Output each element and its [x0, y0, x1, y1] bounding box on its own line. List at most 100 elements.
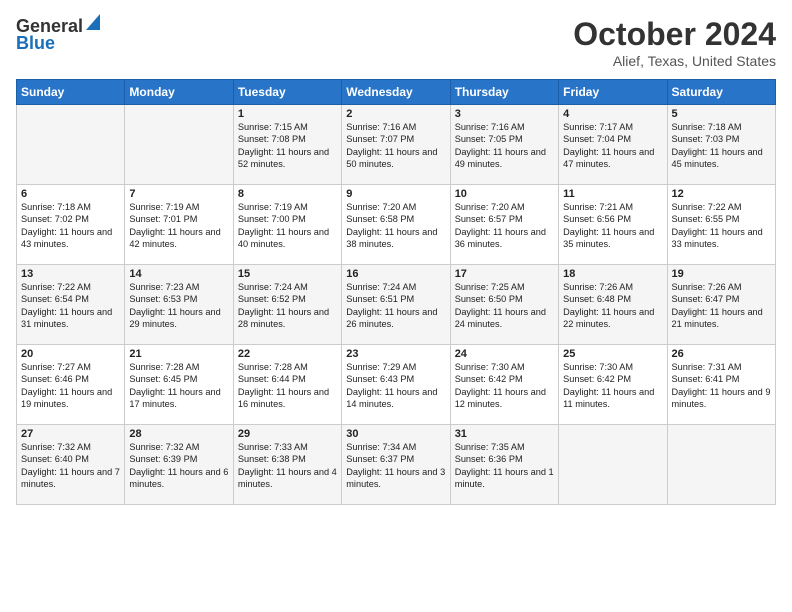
- day-number: 10: [455, 188, 554, 200]
- cell-content: Sunrise: 7:27 AMSunset: 6:46 PMDaylight:…: [21, 361, 120, 411]
- cell-content: Sunrise: 7:26 AMSunset: 6:48 PMDaylight:…: [563, 281, 662, 331]
- cell-content: Sunrise: 7:16 AMSunset: 7:07 PMDaylight:…: [346, 121, 445, 171]
- title-area: October 2024 Alief, Texas, United States: [573, 16, 776, 69]
- day-number: 22: [238, 348, 337, 360]
- cell-content: Sunrise: 7:30 AMSunset: 6:42 PMDaylight:…: [563, 361, 662, 411]
- logo: General Blue: [16, 16, 100, 54]
- header-friday: Friday: [559, 80, 667, 105]
- day-number: 31: [455, 428, 554, 440]
- header-sunday: Sunday: [17, 80, 125, 105]
- header-tuesday: Tuesday: [233, 80, 341, 105]
- cell-content: Sunrise: 7:24 AMSunset: 6:51 PMDaylight:…: [346, 281, 445, 331]
- day-number: 26: [672, 348, 771, 360]
- day-number: 15: [238, 268, 337, 280]
- day-number: 29: [238, 428, 337, 440]
- cell-content: Sunrise: 7:28 AMSunset: 6:45 PMDaylight:…: [129, 361, 228, 411]
- page: General Blue October 2024 Alief, Texas, …: [0, 0, 792, 612]
- header-monday: Monday: [125, 80, 233, 105]
- calendar-week-1: 6Sunrise: 7:18 AMSunset: 7:02 PMDaylight…: [17, 185, 776, 265]
- day-number: 18: [563, 268, 662, 280]
- calendar-week-0: 1Sunrise: 7:15 AMSunset: 7:08 PMDaylight…: [17, 105, 776, 185]
- cell-content: Sunrise: 7:24 AMSunset: 6:52 PMDaylight:…: [238, 281, 337, 331]
- cell-content: Sunrise: 7:20 AMSunset: 6:58 PMDaylight:…: [346, 201, 445, 251]
- calendar-subtitle: Alief, Texas, United States: [573, 53, 776, 69]
- day-number: 1: [238, 108, 337, 120]
- header: General Blue October 2024 Alief, Texas, …: [16, 16, 776, 69]
- calendar-cell-w2d4: 17Sunrise: 7:25 AMSunset: 6:50 PMDayligh…: [450, 265, 558, 345]
- day-number: 19: [672, 268, 771, 280]
- calendar-cell-w4d2: 29Sunrise: 7:33 AMSunset: 6:38 PMDayligh…: [233, 425, 341, 505]
- day-number: 11: [563, 188, 662, 200]
- calendar-cell-w3d0: 20Sunrise: 7:27 AMSunset: 6:46 PMDayligh…: [17, 345, 125, 425]
- header-saturday: Saturday: [667, 80, 775, 105]
- day-number: 21: [129, 348, 228, 360]
- cell-content: Sunrise: 7:22 AMSunset: 6:55 PMDaylight:…: [672, 201, 771, 251]
- calendar-cell-w1d4: 10Sunrise: 7:20 AMSunset: 6:57 PMDayligh…: [450, 185, 558, 265]
- calendar-cell-w2d6: 19Sunrise: 7:26 AMSunset: 6:47 PMDayligh…: [667, 265, 775, 345]
- logo-blue: Blue: [16, 33, 55, 54]
- header-row: Sunday Monday Tuesday Wednesday Thursday…: [17, 80, 776, 105]
- cell-content: Sunrise: 7:33 AMSunset: 6:38 PMDaylight:…: [238, 441, 337, 491]
- cell-content: Sunrise: 7:34 AMSunset: 6:37 PMDaylight:…: [346, 441, 445, 491]
- calendar-cell-w3d5: 25Sunrise: 7:30 AMSunset: 6:42 PMDayligh…: [559, 345, 667, 425]
- cell-content: Sunrise: 7:19 AMSunset: 7:00 PMDaylight:…: [238, 201, 337, 251]
- calendar-cell-w3d6: 26Sunrise: 7:31 AMSunset: 6:41 PMDayligh…: [667, 345, 775, 425]
- calendar-cell-w0d5: 4Sunrise: 7:17 AMSunset: 7:04 PMDaylight…: [559, 105, 667, 185]
- cell-content: Sunrise: 7:20 AMSunset: 6:57 PMDaylight:…: [455, 201, 554, 251]
- calendar-cell-w4d5: [559, 425, 667, 505]
- calendar-cell-w2d3: 16Sunrise: 7:24 AMSunset: 6:51 PMDayligh…: [342, 265, 450, 345]
- calendar-cell-w3d2: 22Sunrise: 7:28 AMSunset: 6:44 PMDayligh…: [233, 345, 341, 425]
- cell-content: Sunrise: 7:30 AMSunset: 6:42 PMDaylight:…: [455, 361, 554, 411]
- cell-content: Sunrise: 7:32 AMSunset: 6:39 PMDaylight:…: [129, 441, 228, 491]
- calendar-cell-w2d0: 13Sunrise: 7:22 AMSunset: 6:54 PMDayligh…: [17, 265, 125, 345]
- calendar-cell-w3d1: 21Sunrise: 7:28 AMSunset: 6:45 PMDayligh…: [125, 345, 233, 425]
- day-number: 24: [455, 348, 554, 360]
- day-number: 16: [346, 268, 445, 280]
- calendar-cell-w4d4: 31Sunrise: 7:35 AMSunset: 6:36 PMDayligh…: [450, 425, 558, 505]
- day-number: 7: [129, 188, 228, 200]
- cell-content: Sunrise: 7:31 AMSunset: 6:41 PMDaylight:…: [672, 361, 771, 411]
- header-thursday: Thursday: [450, 80, 558, 105]
- cell-content: Sunrise: 7:32 AMSunset: 6:40 PMDaylight:…: [21, 441, 120, 491]
- day-number: 23: [346, 348, 445, 360]
- day-number: 9: [346, 188, 445, 200]
- cell-content: Sunrise: 7:26 AMSunset: 6:47 PMDaylight:…: [672, 281, 771, 331]
- day-number: 6: [21, 188, 120, 200]
- calendar-title: October 2024: [573, 16, 776, 53]
- calendar-cell-w2d5: 18Sunrise: 7:26 AMSunset: 6:48 PMDayligh…: [559, 265, 667, 345]
- cell-content: Sunrise: 7:18 AMSunset: 7:03 PMDaylight:…: [672, 121, 771, 171]
- cell-content: Sunrise: 7:15 AMSunset: 7:08 PMDaylight:…: [238, 121, 337, 171]
- calendar-body: 1Sunrise: 7:15 AMSunset: 7:08 PMDaylight…: [17, 105, 776, 505]
- calendar-week-4: 27Sunrise: 7:32 AMSunset: 6:40 PMDayligh…: [17, 425, 776, 505]
- day-number: 5: [672, 108, 771, 120]
- day-number: 2: [346, 108, 445, 120]
- calendar-table: Sunday Monday Tuesday Wednesday Thursday…: [16, 79, 776, 505]
- cell-content: Sunrise: 7:19 AMSunset: 7:01 PMDaylight:…: [129, 201, 228, 251]
- day-number: 20: [21, 348, 120, 360]
- calendar-cell-w1d5: 11Sunrise: 7:21 AMSunset: 6:56 PMDayligh…: [559, 185, 667, 265]
- logo-triangle-icon: [86, 14, 100, 35]
- calendar-cell-w1d0: 6Sunrise: 7:18 AMSunset: 7:02 PMDaylight…: [17, 185, 125, 265]
- calendar-cell-w4d3: 30Sunrise: 7:34 AMSunset: 6:37 PMDayligh…: [342, 425, 450, 505]
- calendar-cell-w1d1: 7Sunrise: 7:19 AMSunset: 7:01 PMDaylight…: [125, 185, 233, 265]
- calendar-cell-w0d0: [17, 105, 125, 185]
- day-number: 12: [672, 188, 771, 200]
- calendar-cell-w4d1: 28Sunrise: 7:32 AMSunset: 6:39 PMDayligh…: [125, 425, 233, 505]
- calendar-cell-w0d3: 2Sunrise: 7:16 AMSunset: 7:07 PMDaylight…: [342, 105, 450, 185]
- calendar-cell-w4d0: 27Sunrise: 7:32 AMSunset: 6:40 PMDayligh…: [17, 425, 125, 505]
- calendar-week-3: 20Sunrise: 7:27 AMSunset: 6:46 PMDayligh…: [17, 345, 776, 425]
- calendar-header: Sunday Monday Tuesday Wednesday Thursday…: [17, 80, 776, 105]
- calendar-cell-w2d2: 15Sunrise: 7:24 AMSunset: 6:52 PMDayligh…: [233, 265, 341, 345]
- calendar-cell-w1d6: 12Sunrise: 7:22 AMSunset: 6:55 PMDayligh…: [667, 185, 775, 265]
- cell-content: Sunrise: 7:16 AMSunset: 7:05 PMDaylight:…: [455, 121, 554, 171]
- cell-content: Sunrise: 7:29 AMSunset: 6:43 PMDaylight:…: [346, 361, 445, 411]
- cell-content: Sunrise: 7:25 AMSunset: 6:50 PMDaylight:…: [455, 281, 554, 331]
- day-number: 8: [238, 188, 337, 200]
- calendar-cell-w0d2: 1Sunrise: 7:15 AMSunset: 7:08 PMDaylight…: [233, 105, 341, 185]
- day-number: 4: [563, 108, 662, 120]
- calendar-cell-w0d1: [125, 105, 233, 185]
- calendar-cell-w4d6: [667, 425, 775, 505]
- calendar-week-2: 13Sunrise: 7:22 AMSunset: 6:54 PMDayligh…: [17, 265, 776, 345]
- day-number: 3: [455, 108, 554, 120]
- calendar-cell-w1d2: 8Sunrise: 7:19 AMSunset: 7:00 PMDaylight…: [233, 185, 341, 265]
